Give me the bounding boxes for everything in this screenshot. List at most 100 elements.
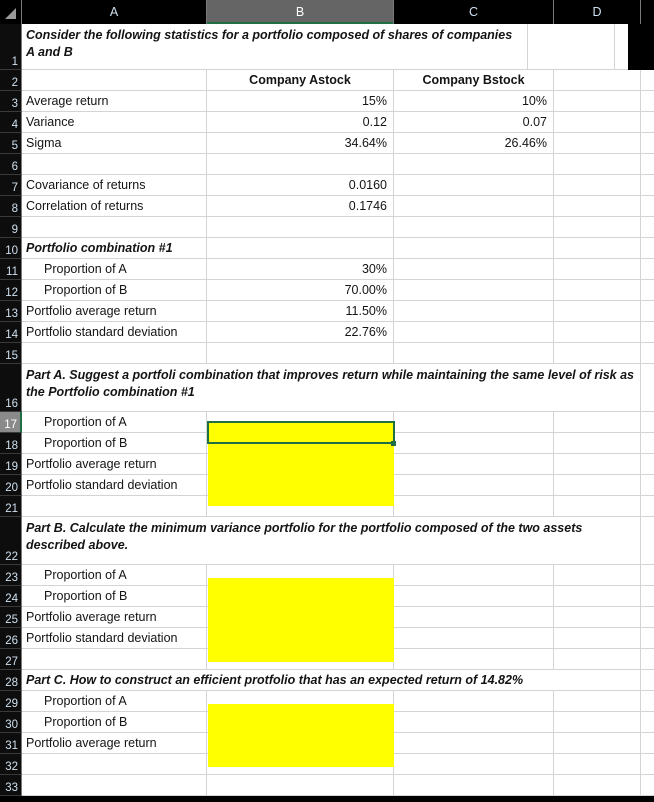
cell-d5[interactable] [554,133,641,154]
cell-a31[interactable]: Portfolio average return [22,733,207,754]
row-header-23[interactable]: 23 [0,565,22,586]
cell-c15[interactable] [394,343,554,364]
cell-e25[interactable] [641,607,654,628]
cell-d3[interactable] [554,91,641,112]
cell-e4[interactable] [641,112,654,133]
cell-b33[interactable] [207,775,394,796]
cell-b9[interactable] [207,217,394,238]
cell-b10[interactable] [207,238,394,259]
cell-e20[interactable] [641,475,654,496]
row-header-6[interactable]: 6 [0,154,22,175]
cell-c19[interactable] [394,454,554,475]
cell-b12[interactable]: 70.00% [207,280,394,301]
cell-a6[interactable] [22,154,207,175]
row-header-32[interactable]: 32 [0,754,22,775]
cell-e12[interactable] [641,280,654,301]
row-header-17[interactable]: 17 [0,412,22,433]
cell-b3[interactable]: 15% [207,91,394,112]
row-header-26[interactable]: 26 [0,628,22,649]
cell-c18[interactable] [394,433,554,454]
cell-a8[interactable]: Correlation of returns [22,196,207,217]
cell-e22[interactable] [641,517,654,565]
cell-d24[interactable] [554,586,641,607]
cell-c29[interactable] [394,691,554,712]
cell-e30[interactable] [641,712,654,733]
cell-c3[interactable]: 10% [394,91,554,112]
row-header-12[interactable]: 12 [0,280,22,301]
active-cell-b17[interactable] [207,421,395,444]
cell-e14[interactable] [641,322,654,343]
cell-e18[interactable] [641,433,654,454]
row-header-15[interactable]: 15 [0,343,22,364]
cell-c26[interactable] [394,628,554,649]
cell-c14[interactable] [394,322,554,343]
cell-e8[interactable] [641,196,654,217]
part-c-answer-block[interactable] [208,704,394,767]
cell-d25[interactable] [554,607,641,628]
cell-e3[interactable] [641,91,654,112]
column-header-c[interactable]: C [394,0,554,24]
cell-a25[interactable]: Portfolio average return [22,607,207,628]
cell-b2[interactable]: Company Astock [207,70,394,91]
cell-a30[interactable]: Proportion of B [22,712,207,733]
row-header-4[interactable]: 4 [0,112,22,133]
cell-e7[interactable] [641,175,654,196]
cell-a2[interactable] [22,70,207,91]
row-header-14[interactable]: 14 [0,322,22,343]
cell-a4[interactable]: Variance [22,112,207,133]
cell-b6[interactable] [207,154,394,175]
cell-d20[interactable] [554,475,641,496]
row-header-11[interactable]: 11 [0,259,22,280]
row-header-13[interactable]: 13 [0,301,22,322]
cell-d14[interactable] [554,322,641,343]
row-header-9[interactable]: 9 [0,217,22,238]
part-b-answer-block[interactable] [208,578,394,662]
cell-a14[interactable]: Portfolio standard deviation [22,322,207,343]
cell-a20[interactable]: Portfolio standard deviation [22,475,207,496]
column-header-b[interactable]: B [207,0,394,24]
cell-d10[interactable] [554,238,641,259]
row-header-2[interactable]: 2 [0,70,22,91]
cell-a15[interactable] [22,343,207,364]
cell-e23[interactable] [641,565,654,586]
cell-b5[interactable]: 34.64% [207,133,394,154]
cell-e27[interactable] [641,649,654,670]
cell-c8[interactable] [394,196,554,217]
cell-d15[interactable] [554,343,641,364]
cell-d30[interactable] [554,712,641,733]
cell-d17[interactable] [554,412,641,433]
cell-d8[interactable] [554,196,641,217]
cell-c20[interactable] [394,475,554,496]
cell-a7[interactable]: Covariance of returns [22,175,207,196]
cell-c5[interactable]: 26.46% [394,133,554,154]
cell-e31[interactable] [641,733,654,754]
cell-e9[interactable] [641,217,654,238]
spreadsheet-grid[interactable]: A B C D 1 Consider the following statist… [0,0,654,802]
row-header-20[interactable]: 20 [0,475,22,496]
row-header-10[interactable]: 10 [0,238,22,259]
cell-d11[interactable] [554,259,641,280]
cell-c9[interactable] [394,217,554,238]
cell-c17[interactable] [394,412,554,433]
row-header-25[interactable]: 25 [0,607,22,628]
cell-a29[interactable]: Proportion of A [22,691,207,712]
cell-d26[interactable] [554,628,641,649]
cell-c25[interactable] [394,607,554,628]
column-header-e[interactable] [641,0,654,24]
column-header-a[interactable]: A [22,0,207,24]
cell-d13[interactable] [554,301,641,322]
cell-e28[interactable] [641,670,654,691]
cell-a17[interactable]: Proportion of A [22,412,207,433]
cell-e21[interactable] [641,496,654,517]
cell-d4[interactable] [554,112,641,133]
cell-c10[interactable] [394,238,554,259]
cell-a18[interactable]: Proportion of B [22,433,207,454]
row-header-7[interactable]: 7 [0,175,22,196]
cell-c32[interactable] [394,754,554,775]
cell-d12[interactable] [554,280,641,301]
cell-c27[interactable] [394,649,554,670]
cell-a3[interactable]: Average return [22,91,207,112]
cell-a10[interactable]: Portfolio combination #1 [22,238,207,259]
cell-a24[interactable]: Proportion of B [22,586,207,607]
row-header-24[interactable]: 24 [0,586,22,607]
